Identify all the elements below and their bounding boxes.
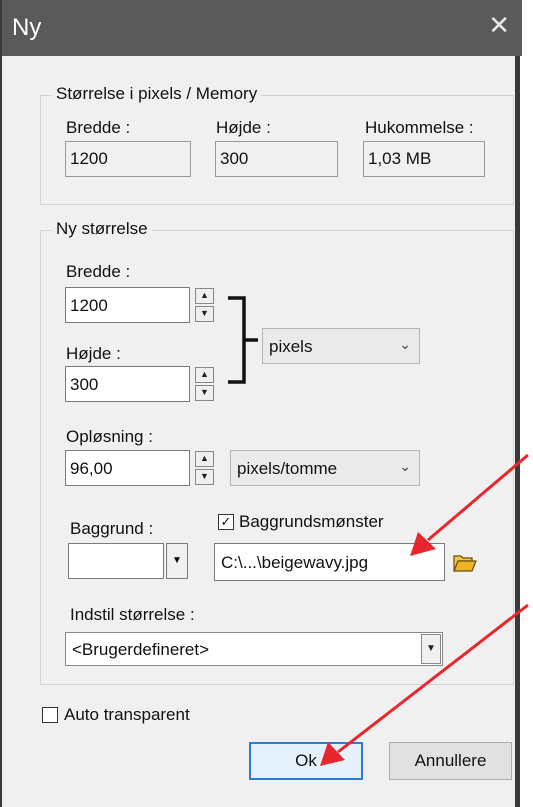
memory-size-field: 1,03 MB: [363, 141, 485, 177]
memory-width-field: 1200: [65, 141, 191, 177]
spin-down-icon[interactable]: ▼: [195, 306, 214, 322]
cancel-button[interactable]: Annullere: [389, 742, 512, 780]
pattern-checkbox[interactable]: ✓: [218, 514, 234, 530]
resolution-input[interactable]: 96,00: [65, 450, 190, 486]
memory-height-field: 300: [215, 141, 338, 177]
resolution-unit-value: pixels/tomme: [237, 459, 338, 478]
background-color-picker[interactable]: [68, 543, 164, 579]
background-label: Baggrund :: [70, 519, 154, 538]
preset-select-value: <Brugerdefineret>: [72, 640, 210, 659]
folder-open-icon[interactable]: [452, 551, 478, 573]
new-width-input[interactable]: 1200: [65, 287, 190, 323]
pattern-file-input[interactable]: C:\...\beigewavy.jpg: [214, 543, 445, 581]
resolution-spinner[interactable]: ▲ ▼: [195, 451, 214, 485]
chevron-down-icon[interactable]: ▼: [421, 634, 441, 664]
resolution-unit-select[interactable]: pixels/tomme ⌄: [230, 450, 420, 486]
memory-height-label: Højde :: [216, 118, 271, 137]
new-size-group-legend: Ny størrelse: [52, 219, 152, 239]
spin-up-icon[interactable]: ▲: [195, 451, 214, 467]
background-color-dropdown-button[interactable]: ▼: [166, 543, 188, 579]
memory-group-legend: Størrelse i pixels / Memory: [52, 84, 262, 104]
preset-select[interactable]: <Brugerdefineret> ▼: [65, 632, 443, 666]
new-width-label: Bredde :: [66, 262, 131, 281]
new-height-label: Højde :: [66, 344, 121, 363]
new-height-spinner[interactable]: ▲ ▼: [195, 367, 214, 401]
spin-down-icon[interactable]: ▼: [195, 385, 214, 401]
spin-up-icon[interactable]: ▲: [195, 288, 214, 304]
unit-select-value: pixels: [269, 337, 313, 356]
preset-label: Indstil størrelse :: [70, 605, 195, 624]
spin-up-icon[interactable]: ▲: [195, 367, 214, 383]
close-icon[interactable]: ✕: [488, 12, 510, 38]
spin-down-icon[interactable]: ▼: [195, 469, 214, 485]
ok-button[interactable]: Ok: [249, 742, 363, 780]
checkmark-icon: ✓: [220, 514, 232, 529]
memory-size-label: Hukommelse :: [365, 118, 474, 137]
chevron-down-icon: ⌄: [399, 458, 411, 474]
title-bar: Ny ✕: [2, 0, 522, 56]
resolution-label: Opløsning :: [66, 427, 153, 446]
new-height-input[interactable]: 300: [65, 366, 190, 402]
aspect-link-bracket: [228, 296, 258, 384]
dialog-title: Ny: [12, 14, 42, 41]
new-width-spinner[interactable]: ▲ ▼: [195, 288, 214, 322]
pattern-checkbox-label: Baggrundsmønster: [239, 512, 384, 531]
memory-width-label: Bredde :: [66, 118, 131, 137]
chevron-down-icon: ⌄: [399, 336, 411, 352]
auto-transparent-checkbox[interactable]: [42, 707, 58, 723]
unit-select[interactable]: pixels ⌄: [262, 328, 420, 364]
auto-transparent-label: Auto transparent: [64, 705, 190, 724]
dialog-window: Ny ✕ Størrelse i pixels / Memory Bredde …: [0, 0, 522, 807]
